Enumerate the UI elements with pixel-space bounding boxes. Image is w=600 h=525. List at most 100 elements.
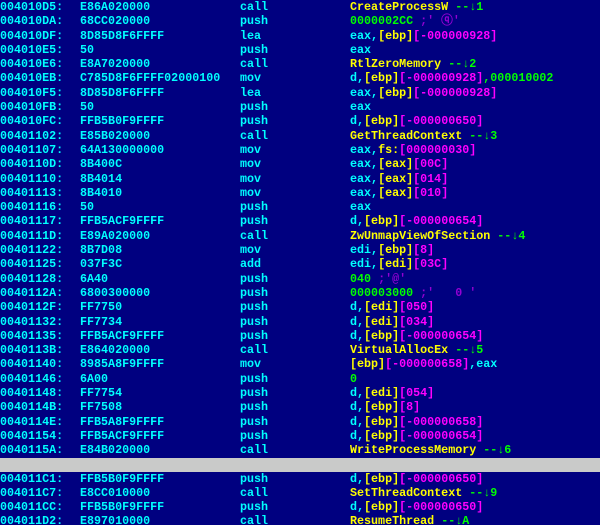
- operands: VirtualAllocEx --↓5: [350, 343, 600, 357]
- address: 0040110D:: [0, 157, 80, 171]
- section-separator: [0, 458, 600, 472]
- mnemonic: mov: [240, 71, 350, 85]
- disasm-row: 00401102:E85B020000callGetThreadContext …: [0, 129, 600, 143]
- address: 0040114E:: [0, 415, 80, 429]
- opcode-bytes: E86A020000: [80, 0, 240, 14]
- operands: d,[ebp][-000000650]: [350, 472, 600, 486]
- mnemonic: push: [240, 14, 350, 28]
- disasm-row: 00401148:FF7754pushd,[edi][054]: [0, 386, 600, 400]
- opcode-bytes: 8985A8F9FFFF: [80, 357, 240, 371]
- disasm-row: 00401132:FF7734pushd,[edi][034]: [0, 315, 600, 329]
- address: 00401116:: [0, 200, 80, 214]
- operands: eax,[eax][014]: [350, 172, 600, 186]
- opcode-bytes: E864020000: [80, 343, 240, 357]
- mnemonic: lea: [240, 29, 350, 43]
- disasm-row: 004011C7:E8CC010000callSetThreadContext …: [0, 486, 600, 500]
- opcode-bytes: 6A40: [80, 272, 240, 286]
- mnemonic: add: [240, 257, 350, 271]
- disasm-row: 004010FB:50pusheax: [0, 100, 600, 114]
- address: 004010D5:: [0, 0, 80, 14]
- disasm-row: 00401125:037F3Caddedi,[edi][03C]: [0, 257, 600, 271]
- opcode-bytes: FFB5B0F9FFFF: [80, 114, 240, 128]
- operands: d,[edi][050]: [350, 300, 600, 314]
- mnemonic: mov: [240, 243, 350, 257]
- address: 004010FC:: [0, 114, 80, 128]
- opcode-bytes: E8CC010000: [80, 486, 240, 500]
- operands: 000003000 ;' 0 ': [350, 286, 600, 300]
- operands: eax: [350, 43, 600, 57]
- opcode-bytes: FF7750: [80, 300, 240, 314]
- mnemonic: call: [240, 57, 350, 71]
- disasm-row: 00401116:50pusheax: [0, 200, 600, 214]
- mnemonic: push: [240, 43, 350, 57]
- operands: eax,fs:[000000030]: [350, 143, 600, 157]
- disasm-row: 004011CC:FFB5B0F9FFFFpushd,[ebp][-000000…: [0, 500, 600, 514]
- opcode-bytes: E89A020000: [80, 229, 240, 243]
- opcode-bytes: 8B400C: [80, 157, 240, 171]
- mnemonic: mov: [240, 157, 350, 171]
- mnemonic: push: [240, 114, 350, 128]
- opcode-bytes: FFB5ACF9FFFF: [80, 429, 240, 443]
- opcode-bytes: 50: [80, 200, 240, 214]
- mnemonic: push: [240, 386, 350, 400]
- address: 00401128:: [0, 272, 80, 286]
- operands: eax,[eax][010]: [350, 186, 600, 200]
- operands: d,[ebp][8]: [350, 400, 600, 414]
- mnemonic: call: [240, 129, 350, 143]
- opcode-bytes: 8B7D08: [80, 243, 240, 257]
- operands: 040 ;'@': [350, 272, 600, 286]
- disasm-row: 0040114E:FFB5A8F9FFFFpushd,[ebp][-000000…: [0, 415, 600, 429]
- address: 004011C1:: [0, 472, 80, 486]
- operands: SetThreadContext --↓9: [350, 486, 600, 500]
- operands: edi,[ebp][8]: [350, 243, 600, 257]
- operands: d,[edi][034]: [350, 315, 600, 329]
- opcode-bytes: FFB5A8F9FFFF: [80, 415, 240, 429]
- operands: d,[ebp][-000000928],000010002: [350, 71, 600, 85]
- opcode-bytes: 8D85D8F6FFFF: [80, 86, 240, 100]
- disasm-row: 00401135:FFB5ACF9FFFFpushd,[ebp][-000000…: [0, 329, 600, 343]
- opcode-bytes: 50: [80, 100, 240, 114]
- opcode-bytes: 6800300000: [80, 286, 240, 300]
- disasm-row: 004010D5:E86A020000callCreateProcessW --…: [0, 0, 600, 14]
- operands: eax,[ebp][-000000928]: [350, 29, 600, 43]
- disasm-row: 0040115A:E84B020000callWriteProcessMemor…: [0, 443, 600, 457]
- operands: d,[ebp][-000000650]: [350, 114, 600, 128]
- operands: eax: [350, 100, 600, 114]
- opcode-bytes: 50: [80, 43, 240, 57]
- disasm-row: 00401110:8B4014moveax,[eax][014]: [0, 172, 600, 186]
- disasm-row: 004010F5:8D85D8F6FFFFleaeax,[ebp][-00000…: [0, 86, 600, 100]
- opcode-bytes: C785D8F6FFFF02000100: [80, 71, 240, 85]
- disasm-row: 0040112A:6800300000push000003000 ;' 0 ': [0, 286, 600, 300]
- disasm-row: 00401140:8985A8F9FFFFmov[ebp][-000000658…: [0, 357, 600, 371]
- mnemonic: push: [240, 500, 350, 514]
- operands: eax,[ebp][-000000928]: [350, 86, 600, 100]
- opcode-bytes: 8B4010: [80, 186, 240, 200]
- disasm-row: 00401154:FFB5ACF9FFFFpushd,[ebp][-000000…: [0, 429, 600, 443]
- operands: d,[edi][054]: [350, 386, 600, 400]
- disassembly-listing: 004010D5:E86A020000callCreateProcessW --…: [0, 0, 600, 525]
- mnemonic: push: [240, 100, 350, 114]
- disasm-row: 004010DF:8D85D8F6FFFFleaeax,[ebp][-00000…: [0, 29, 600, 43]
- address: 004010F5:: [0, 86, 80, 100]
- mnemonic: mov: [240, 143, 350, 157]
- mnemonic: mov: [240, 172, 350, 186]
- mnemonic: push: [240, 415, 350, 429]
- address: 0040113B:: [0, 343, 80, 357]
- operands: d,[ebp][-000000658]: [350, 415, 600, 429]
- mnemonic: push: [240, 400, 350, 414]
- disasm-row: 0040113B:E864020000callVirtualAllocEx --…: [0, 343, 600, 357]
- operands: RtlZeroMemory --↓2: [350, 57, 600, 71]
- address: 004010E5:: [0, 43, 80, 57]
- disasm-row: 00401117:FFB5ACF9FFFFpushd,[ebp][-000000…: [0, 214, 600, 228]
- opcode-bytes: FF7734: [80, 315, 240, 329]
- address: 00401117:: [0, 214, 80, 228]
- mnemonic: push: [240, 372, 350, 386]
- opcode-bytes: E84B020000: [80, 443, 240, 457]
- disasm-row: 0040111D:E89A020000callZwUnmapViewOfSect…: [0, 229, 600, 243]
- opcode-bytes: 8D85D8F6FFFF: [80, 29, 240, 43]
- address: 00401135:: [0, 329, 80, 343]
- mnemonic: call: [240, 486, 350, 500]
- operands: d,[ebp][-000000654]: [350, 429, 600, 443]
- disasm-row: 0040110D:8B400Cmoveax,[eax][00C]: [0, 157, 600, 171]
- address: 0040111D:: [0, 229, 80, 243]
